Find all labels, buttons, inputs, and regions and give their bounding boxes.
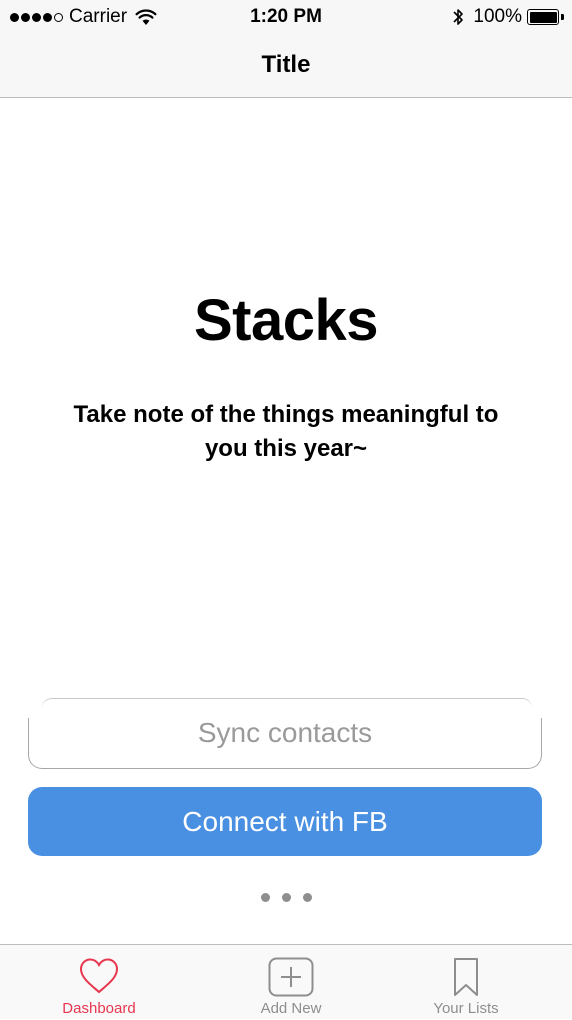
- page-dot[interactable]: [260, 893, 270, 902]
- tab-dashboard[interactable]: Dashboard: [4, 945, 194, 1020]
- battery-percent: 100%: [473, 6, 522, 27]
- tagline: Take note of the things meaningful to yo…: [73, 401, 499, 462]
- tab-bar: Dashboard Add New Your Lists: [0, 944, 572, 1019]
- plus-square-icon: [268, 957, 314, 997]
- heart-icon: [79, 958, 119, 994]
- page-dot[interactable]: [281, 893, 291, 902]
- page-indicator[interactable]: [0, 893, 572, 902]
- status-right: 100%: [451, 6, 564, 28]
- connect-facebook-button[interactable]: Connect with FB: [28, 787, 542, 856]
- battery-icon: [527, 9, 564, 25]
- tab-add-new[interactable]: Add New: [196, 945, 386, 1020]
- bluetooth-icon: [453, 9, 464, 25]
- tab-label: Your Lists: [433, 1000, 499, 1017]
- nav-title: Title: [261, 51, 311, 78]
- tab-label: Dashboard: [62, 1000, 136, 1017]
- sync-contacts-button[interactable]: Sync contacts: [28, 718, 542, 769]
- status-bar: Carrier 1:20 PM 100%: [0, 0, 572, 34]
- tab-your-lists[interactable]: Your Lists: [371, 945, 561, 1020]
- page-dot[interactable]: [302, 893, 312, 902]
- bookmark-icon: [454, 958, 478, 996]
- navigation-bar: Title: [0, 34, 572, 98]
- tab-label: Add New: [260, 1000, 322, 1017]
- app-title: Stacks: [193, 288, 379, 353]
